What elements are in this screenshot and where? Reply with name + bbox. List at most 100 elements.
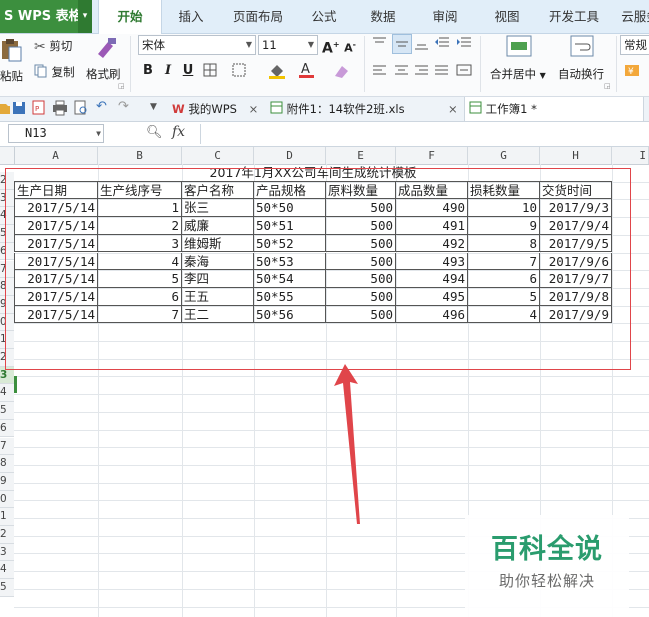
close-icon[interactable]: ×: [448, 97, 458, 121]
tab-label: 公式: [311, 9, 337, 24]
indent-decrease-icon[interactable]: [434, 36, 450, 53]
tab-home[interactable]: 开始: [98, 0, 162, 34]
font-size-select[interactable]: 11 ▼: [258, 35, 318, 55]
doc-tab-attachment[interactable]: 附件1：14软件2班.xls: [270, 97, 405, 121]
align-left-icon[interactable]: [372, 64, 388, 79]
font-name-select[interactable]: 宋体 ▼: [138, 35, 256, 55]
print-icon[interactable]: [52, 100, 68, 119]
tab-page-layout[interactable]: 页面布局: [222, 0, 294, 33]
merge-center-icon[interactable]: [506, 34, 532, 58]
doc-tab-workbook1[interactable]: 工作簿1 *: [464, 97, 644, 121]
chevron-down-icon: ▼: [307, 40, 314, 49]
align-top-icon[interactable]: [372, 36, 388, 53]
folder-icon[interactable]: [0, 101, 10, 118]
decrease-font-icon[interactable]: A-: [342, 36, 358, 55]
quick-access-dropdown-icon[interactable]: ▼: [150, 102, 157, 112]
close-icon[interactable]: ×: [249, 102, 259, 116]
tab-insert[interactable]: 插入: [166, 0, 216, 33]
row-header[interactable]: 0: [0, 490, 14, 509]
tab-label: 页面布局: [232, 9, 283, 24]
chevron-down-icon: ▼: [539, 71, 546, 80]
name-box[interactable]: N13 ▼: [8, 124, 104, 143]
italic-button[interactable]: I: [160, 62, 176, 80]
currency-icon[interactable]: ¥: [624, 62, 646, 83]
increase-font-icon[interactable]: A+: [322, 36, 340, 57]
align-right-icon[interactable]: [414, 64, 430, 79]
tab-review[interactable]: 审阅: [420, 0, 470, 33]
column-header[interactable]: C: [182, 147, 254, 164]
divider: [616, 36, 617, 92]
wps-logo-icon: W: [172, 102, 185, 116]
borders-icon[interactable]: [203, 63, 221, 82]
row-header[interactable]: 8: [0, 455, 14, 473]
copy-icon: [34, 64, 48, 81]
row-header[interactable]: 9: [0, 472, 14, 491]
copy-button[interactable]: 复制: [34, 64, 75, 81]
tab-label: 开发工具: [548, 9, 599, 24]
column-header[interactable]: A: [14, 147, 98, 164]
cut-label: 剪切: [49, 39, 73, 53]
save-icon[interactable]: [12, 100, 26, 119]
formula-input[interactable]: [200, 124, 649, 144]
tab-data[interactable]: 数据: [358, 0, 408, 33]
column-header[interactable]: G: [468, 147, 540, 164]
number-format-select[interactable]: 常规: [620, 35, 649, 55]
doc-tab-label: 工作簿1 *: [485, 102, 537, 116]
tab-cloud[interactable]: 云服务: [616, 0, 649, 33]
row-header[interactable]: 6: [0, 419, 14, 438]
row-header[interactable]: 5: [0, 579, 14, 597]
chevron-down-icon: ▼: [245, 40, 252, 49]
column-header[interactable]: E: [326, 147, 396, 164]
column-header[interactable]: F: [396, 147, 468, 164]
cell-style-icon[interactable]: [232, 63, 250, 82]
bold-button[interactable]: B: [140, 62, 156, 80]
paste-button[interactable]: 粘贴: [0, 68, 23, 84]
format-painter-icon[interactable]: [94, 36, 118, 60]
cut-button[interactable]: ✂ 剪切: [34, 38, 72, 55]
tab-view[interactable]: 视图: [482, 0, 532, 33]
print-preview-icon[interactable]: [74, 100, 88, 119]
tab-label: 插入: [178, 9, 204, 24]
wrap-text-icon[interactable]: [570, 34, 594, 58]
tab-developer[interactable]: 开发工具: [540, 0, 608, 33]
launcher-icon[interactable]: ◲: [118, 82, 125, 90]
justify-icon[interactable]: [434, 64, 450, 79]
column-header[interactable]: I: [612, 147, 649, 164]
undo-icon[interactable]: ↶: [96, 99, 107, 114]
watermark-logo: 百科全说 助你轻松解决: [465, 515, 629, 617]
fill-color-icon[interactable]: [268, 62, 288, 83]
app-menu-button[interactable]: S WPS 表格 ▾: [0, 0, 92, 33]
align-middle-icon[interactable]: [392, 34, 412, 54]
paste-icon[interactable]: [0, 38, 22, 62]
row-header[interactable]: 5: [0, 402, 14, 420]
indent-increase-icon[interactable]: [456, 36, 472, 53]
app-menu-caret-icon[interactable]: ▾: [78, 0, 92, 33]
column-header[interactable]: B: [98, 147, 182, 164]
format-painter-button[interactable]: 格式刷: [86, 66, 121, 82]
column-header[interactable]: H: [540, 147, 612, 164]
column-header[interactable]: D: [254, 147, 326, 164]
svg-text:¥: ¥: [628, 67, 634, 77]
align-center-icon[interactable]: [394, 64, 410, 79]
tab-formulas[interactable]: 公式: [300, 0, 348, 33]
row-header[interactable]: 1: [0, 508, 14, 526]
underline-button[interactable]: U: [180, 62, 196, 80]
wrap-text-button[interactable]: 自动换行: [558, 66, 604, 82]
row-header[interactable]: 4: [0, 384, 14, 403]
distributed-icon[interactable]: [456, 64, 472, 79]
merge-center-button[interactable]: 合并居中 ▼: [490, 66, 546, 82]
insert-function-button[interactable]: fx: [172, 124, 185, 140]
doc-tab-mywps[interactable]: W 我的WPS ×: [172, 97, 258, 121]
row-header[interactable]: 4: [0, 561, 14, 580]
row-header[interactable]: 7: [0, 437, 14, 456]
export-pdf-icon[interactable]: P: [32, 100, 46, 119]
row-header[interactable]: 3: [0, 543, 14, 562]
row-header[interactable]: 2: [0, 526, 14, 544]
select-all-corner[interactable]: [0, 147, 15, 164]
font-color-icon[interactable]: A: [298, 60, 318, 83]
launcher-icon[interactable]: ◲: [604, 82, 611, 90]
clear-format-icon[interactable]: [332, 62, 352, 83]
redo-icon[interactable]: ↷: [118, 99, 129, 114]
align-bottom-icon[interactable]: [414, 38, 430, 55]
zoom-icon[interactable]: 🔍︎: [146, 125, 163, 140]
